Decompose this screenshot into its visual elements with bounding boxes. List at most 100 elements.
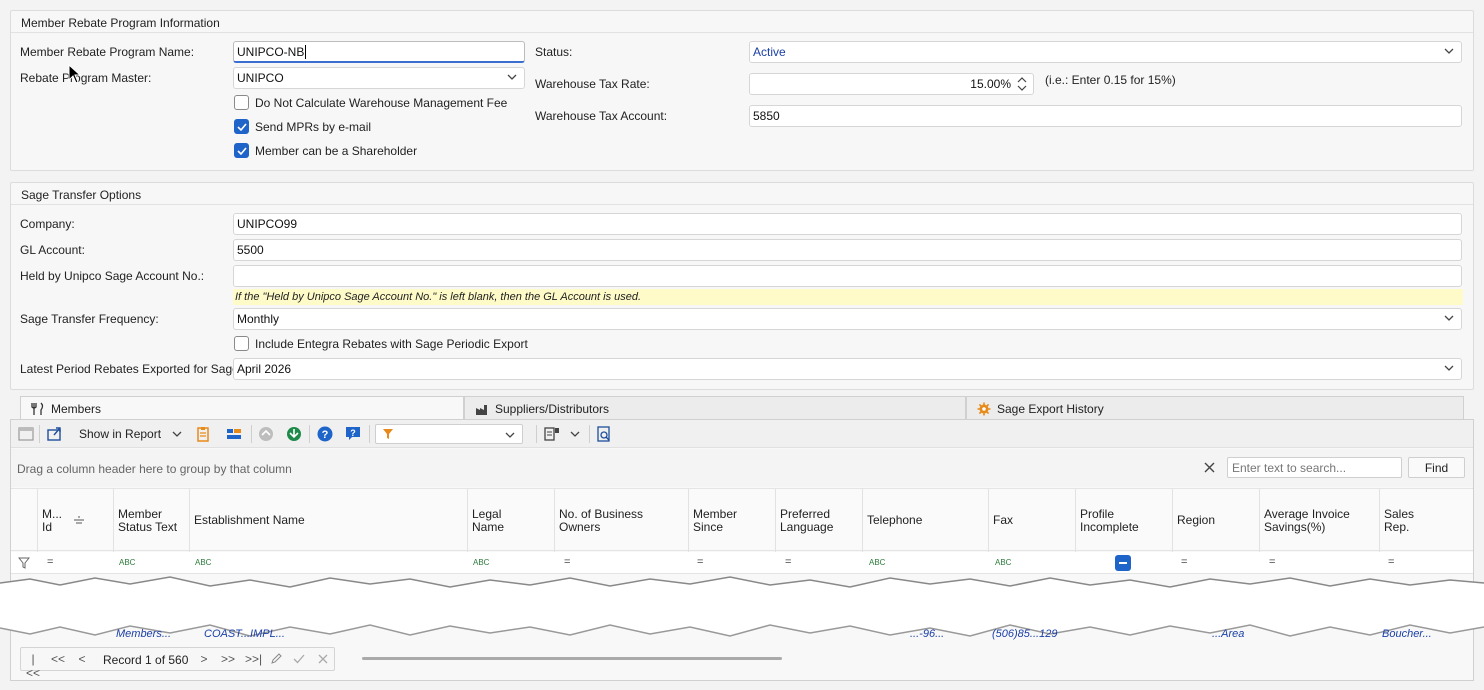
- grid-toolbar: Show in Report ? ?: [11, 420, 1473, 448]
- close-icon[interactable]: [1204, 462, 1215, 473]
- prev-record-icon[interactable]: <: [75, 652, 89, 666]
- status-select[interactable]: Active: [749, 41, 1462, 63]
- show-in-report-button[interactable]: Show in Report: [79, 427, 161, 441]
- first-page-icon[interactable]: |<<: [26, 652, 40, 680]
- held-account-input[interactable]: [233, 265, 1462, 287]
- clipboard-icon[interactable]: [194, 425, 212, 443]
- move-down-icon[interactable]: [285, 425, 303, 443]
- column-header-fax[interactable]: Fax: [988, 489, 1075, 552]
- grid-header: M... Id Member Status Text Establishment…: [11, 488, 1473, 552]
- column-header-business-owners[interactable]: No. of Business Owners: [554, 489, 688, 552]
- program-name-input[interactable]: UNIPCO-NB: [233, 41, 525, 63]
- group-separator: [11, 204, 1473, 205]
- filter-equals-icon[interactable]: =: [47, 556, 53, 568]
- partial-row-bottom: Members... COAST...IMPL... ...-96... (50…: [12, 628, 1472, 642]
- company-input[interactable]: UNIPCO99: [233, 213, 1462, 235]
- partial-cell: ...Area: [1212, 628, 1245, 640]
- partial-cell: ...-96...: [910, 628, 945, 640]
- filter-equals-icon[interactable]: =: [1181, 556, 1187, 568]
- prev-page-icon[interactable]: <<: [51, 652, 65, 666]
- column-header-average-invoice-savings[interactable]: Average Invoice Savings(%): [1259, 489, 1379, 552]
- chevron-down-icon[interactable]: [569, 427, 581, 441]
- frequency-select[interactable]: Monthly: [233, 308, 1462, 330]
- filter-text-icon[interactable]: ABC: [195, 558, 211, 567]
- column-header-member-since[interactable]: Member Since: [688, 489, 775, 552]
- send-mpr-checkbox[interactable]: Send MPRs by e-mail: [234, 119, 371, 134]
- tab-members[interactable]: Members: [20, 396, 464, 421]
- column-header-label: No. of Business Owners: [559, 506, 644, 534]
- gl-account-label: GL Account:: [20, 243, 85, 257]
- toolbar-separator: [309, 425, 310, 443]
- export-icon[interactable]: [46, 425, 64, 443]
- filter-equals-icon[interactable]: =: [785, 556, 791, 568]
- filter-indeterminate-checkbox[interactable]: [1115, 555, 1131, 571]
- filter-equals-icon[interactable]: =: [1269, 556, 1275, 568]
- toolbar-separator: [369, 425, 370, 443]
- confirm-icon[interactable]: [293, 653, 305, 665]
- cancel-icon[interactable]: [317, 653, 329, 665]
- filter-select[interactable]: [375, 424, 523, 444]
- move-up-icon[interactable]: [257, 425, 275, 443]
- find-button[interactable]: Find: [1408, 457, 1465, 478]
- tax-rate-value: 15.00%: [970, 77, 1011, 91]
- tab-suppliers[interactable]: Suppliers/Distributors: [464, 396, 966, 420]
- spinner-arrows-icon[interactable]: [1017, 75, 1027, 93]
- group-by-hint: Drag a column header here to group by th…: [17, 462, 292, 476]
- partial-cell: COAST...IMPL...: [204, 628, 285, 640]
- layout-icon[interactable]: [17, 425, 35, 443]
- column-header-member-id[interactable]: M... Id: [37, 489, 113, 552]
- fork-knife-icon: [31, 402, 44, 415]
- include-entegra-checkbox[interactable]: Include Entegra Rebates with Sage Period…: [234, 336, 528, 351]
- column-header-telephone[interactable]: Telephone: [862, 489, 988, 552]
- next-page-icon[interactable]: >>: [221, 652, 235, 666]
- frequency-label: Sage Transfer Frequency:: [20, 312, 159, 326]
- column-header-sales-rep[interactable]: Sales Rep.: [1379, 489, 1473, 552]
- tax-account-input[interactable]: 5850: [749, 105, 1462, 127]
- help-chat-icon[interactable]: ?: [344, 425, 362, 443]
- filter-equals-icon[interactable]: =: [697, 556, 703, 568]
- tab-sage-export-history[interactable]: Sage Export History: [966, 396, 1464, 420]
- last-page-icon[interactable]: >>|: [245, 652, 262, 666]
- horizontal-scrollbar[interactable]: [362, 657, 782, 660]
- filter-equals-icon[interactable]: =: [564, 556, 570, 568]
- column-header-label: Region: [1177, 513, 1216, 527]
- filter-text-icon[interactable]: ABC: [869, 558, 885, 567]
- filter-equals-icon[interactable]: =: [1388, 556, 1394, 568]
- toolbar-separator: [536, 425, 537, 443]
- chevron-down-icon: [1444, 315, 1454, 321]
- column-header-preferred-language[interactable]: Preferred Language: [775, 489, 862, 552]
- group-by-panel[interactable]: Drag a column header here to group by th…: [11, 449, 1473, 487]
- latest-period-select[interactable]: April 2026: [233, 358, 1462, 380]
- column-header-region[interactable]: Region: [1172, 489, 1259, 552]
- column-header-legal-name[interactable]: Legal Name: [467, 489, 554, 552]
- partial-cell: Members...: [116, 628, 172, 640]
- master-select[interactable]: UNIPCO: [233, 67, 525, 89]
- column-header-member-status[interactable]: Member Status Text: [113, 489, 189, 552]
- checkmark-icon: [237, 147, 247, 156]
- column-header-profile-incomplete[interactable]: Profile Incomplete: [1075, 489, 1172, 552]
- chevron-down-icon[interactable]: [171, 427, 183, 441]
- column-header-establishment-name[interactable]: Establishment Name: [189, 489, 467, 552]
- gl-account-value: 5500: [237, 243, 264, 257]
- help-icon[interactable]: ?: [316, 425, 334, 443]
- gl-account-input[interactable]: 5500: [233, 239, 1462, 261]
- columns-icon[interactable]: [225, 425, 243, 443]
- frequency-value: Monthly: [237, 312, 280, 326]
- next-record-icon[interactable]: >: [197, 652, 211, 666]
- filter-text-icon[interactable]: ABC: [995, 558, 1011, 567]
- gear-icon: [977, 402, 991, 415]
- shareholder-checkbox[interactable]: Member can be a Shareholder: [234, 143, 417, 158]
- filter-text-icon[interactable]: ABC: [119, 558, 135, 567]
- status-label: Status:: [535, 45, 573, 59]
- tab-sage-export-history-label: Sage Export History: [997, 401, 1104, 416]
- layout-options-icon[interactable]: [543, 425, 561, 443]
- checkbox-box: [234, 95, 249, 110]
- preview-icon[interactable]: [595, 425, 613, 443]
- filter-row-icon: [18, 557, 30, 569]
- tax-rate-spinner[interactable]: 15.00%: [749, 73, 1034, 95]
- grid-search-input[interactable]: Enter text to search...: [1227, 457, 1402, 478]
- send-mpr-label: Send MPRs by e-mail: [255, 119, 372, 134]
- no-fee-checkbox[interactable]: Do Not Calculate Warehouse Management Fe…: [234, 95, 507, 110]
- filter-text-icon[interactable]: ABC: [473, 558, 489, 567]
- edit-icon[interactable]: [270, 653, 282, 665]
